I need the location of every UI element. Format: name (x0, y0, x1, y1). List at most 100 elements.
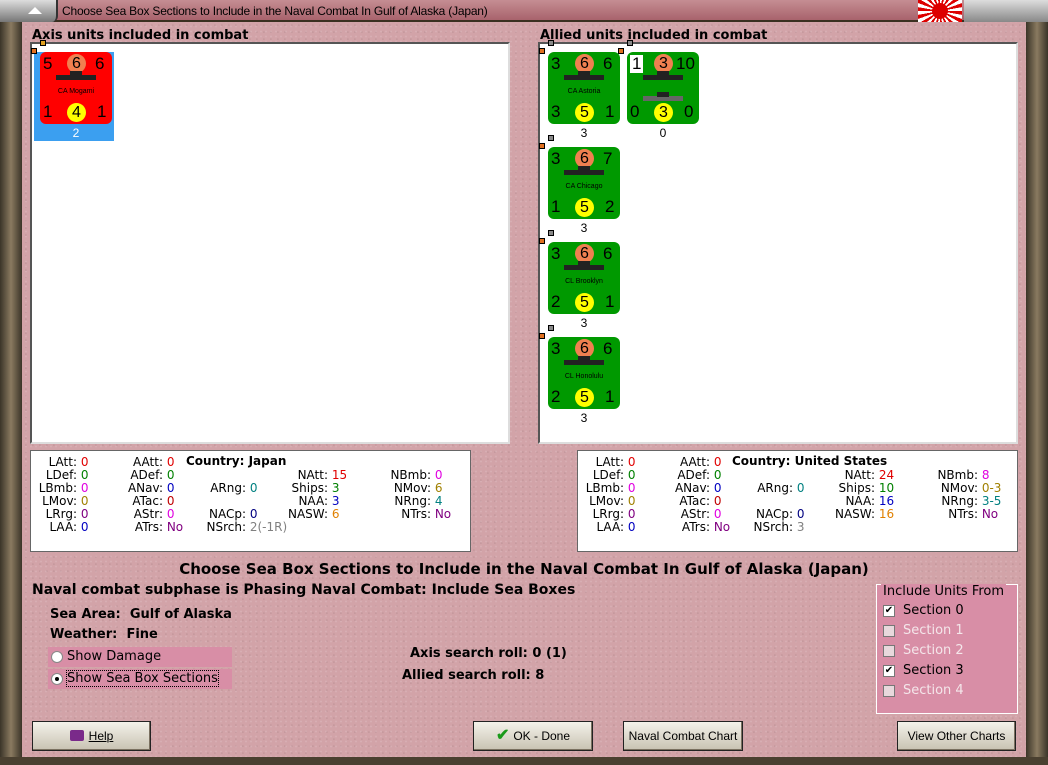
weather-label: Weather: (50, 627, 118, 642)
ship-silhouette-icon (643, 92, 683, 101)
ship-silhouette-icon (564, 356, 604, 365)
stat-nrng: NRng: 4 (387, 494, 442, 508)
unit-name: CL Honolulu (564, 373, 604, 380)
stat-label: NRng: (941, 494, 978, 508)
stat-label: LDef: (45, 468, 77, 482)
stat-label: NACp: (755, 507, 793, 521)
counter-br-value: 1 (97, 102, 107, 121)
stat-label: AStr: (133, 507, 163, 521)
stat-value: 0 (627, 481, 636, 495)
counter-br-value: 0 (684, 102, 694, 121)
stat-natt: NAtt: 15 (281, 468, 348, 482)
stat-label: LRrg: (45, 507, 77, 521)
help-button[interactable]: Help (32, 721, 151, 751)
stat-label: NRng: (394, 494, 431, 508)
status-marker-icon (31, 48, 37, 54)
stat-label: LAtt: (595, 455, 624, 469)
counter-br-value: 1 (605, 102, 615, 121)
stat-label: ATrs: (681, 520, 710, 534)
stat-ldef: LDef: 0 (31, 468, 89, 482)
title-bar: Choose Sea Box Sections to Include in th… (0, 0, 1048, 22)
stat-label: LAtt: (48, 455, 77, 469)
stat-value: 0 (166, 507, 175, 521)
ok-done-button[interactable]: ✔ OK - Done (473, 721, 593, 751)
stat-naa: NAA: 3 (281, 494, 339, 508)
stat-label: ATrs: (134, 520, 163, 534)
status-marker-icon (618, 48, 624, 54)
axis-search-roll: Axis search roll: 0 (1) (410, 646, 567, 661)
stat-label: Ships: (291, 481, 328, 495)
show-damage-label: Show Damage (67, 649, 162, 664)
stat-ntrs: NTrs: No (934, 507, 998, 521)
axis-stats-panel: Country: Japan LAtt: 0 LDef: 0 LBmb: 0 LMov… (30, 450, 471, 552)
stat-label: LBmb: (585, 481, 624, 495)
section-label: Section 1 (903, 623, 964, 638)
checkbox-icon (883, 625, 895, 637)
subphase-text: Naval combat subphase is Phasing Naval C… (32, 582, 576, 598)
stat-atac: ATac: 0 (663, 494, 721, 508)
counter-br-value: 2 (605, 197, 615, 216)
stat-value: 0 (627, 520, 636, 534)
stat-value: 24 (878, 468, 895, 482)
stat-value: 8 (981, 468, 990, 482)
status-marker-icon (539, 238, 545, 244)
counter-bl-value: 3 (551, 102, 561, 121)
show-damage-radio[interactable]: Show Damage (48, 647, 232, 667)
allied-country: Country: United States (732, 454, 888, 468)
stat-aatt: AAtt: 0 (116, 455, 174, 469)
system-menu-button[interactable] (0, 0, 58, 22)
allied-stats-panel: Country: United States LAtt: 0 LDef: 0 LBm… (577, 450, 1018, 552)
stat-value: 0 (627, 507, 636, 521)
counter-tr-value: 10 (676, 54, 695, 73)
status-marker-icon (548, 230, 554, 236)
defense-circle: 4 (67, 103, 86, 122)
stat-nasw: NASW: 6 (281, 507, 339, 521)
stat-anav: ANav: 0 (116, 481, 175, 495)
stat-aatt: AAtt: 0 (663, 455, 721, 469)
stat-label: NAA: (298, 494, 328, 508)
window-controls[interactable] (964, 0, 1048, 22)
status-marker-icon (539, 143, 545, 149)
counter-bl-value: 2 (551, 292, 561, 311)
checkbox-checked-icon: ✔ (883, 605, 895, 617)
counter-bl-value: 1 (43, 102, 53, 121)
stat-value: 0 (434, 468, 443, 482)
stat-label: LMov: (589, 494, 624, 508)
stat-astr: AStr: 0 (116, 507, 175, 521)
stat-label: Ships: (838, 481, 875, 495)
stat-atac: ATac: 0 (116, 494, 174, 508)
sea-area-label: Sea Area: (50, 607, 121, 622)
show-sections-radio[interactable]: Show Sea Box Sections (48, 669, 232, 689)
stat-nmov: NMov: 0-3 (934, 481, 1002, 495)
stat-nacp: NACp: 0 (745, 507, 804, 521)
status-marker-icon (548, 325, 554, 331)
status-marker-icon (627, 40, 633, 46)
stat-nbmb: NBmb: 8 (934, 468, 989, 482)
defense-circle: 5 (575, 388, 594, 407)
naval-combat-chart-button[interactable]: Naval Combat Chart (623, 721, 743, 751)
ship-silhouette-icon (56, 71, 96, 80)
status-marker-icon (548, 135, 554, 141)
left-frame (0, 22, 22, 765)
stat-label: ARng: (210, 481, 246, 495)
stat-value: 0 (627, 494, 636, 508)
stat-label: ANav: (127, 481, 163, 495)
counter-br-value: 1 (605, 292, 615, 311)
stat-value: 6 (434, 481, 443, 495)
include-units-group: Include Units From ✔ Section 0 Section 1 Se… (876, 584, 1018, 714)
counter-tl-value: 5 (43, 54, 53, 73)
stat-value: 0-3 (981, 481, 1002, 495)
stat-value: 0 (249, 507, 258, 521)
ship-silhouette-icon (564, 261, 604, 270)
stat-value: 6 (331, 507, 340, 521)
view-other-charts-button[interactable]: View Other Charts (897, 721, 1016, 751)
include-legend: Include Units From (881, 584, 1007, 599)
stat-natt: NAtt: 24 (828, 468, 895, 482)
stat-value: 0 (249, 481, 258, 495)
counter-face: 5 6 1 1 6 4 CA Mogami (40, 52, 112, 124)
stat-ships: Ships: 10 (828, 481, 895, 495)
stat-lbmb: LBmb: 0 (31, 481, 89, 495)
checkbox-icon (883, 645, 895, 657)
counter-face: 3 6 2 1 6 5 CL Brooklyn (548, 242, 620, 314)
stat-nbmb: NBmb: 0 (387, 468, 442, 482)
